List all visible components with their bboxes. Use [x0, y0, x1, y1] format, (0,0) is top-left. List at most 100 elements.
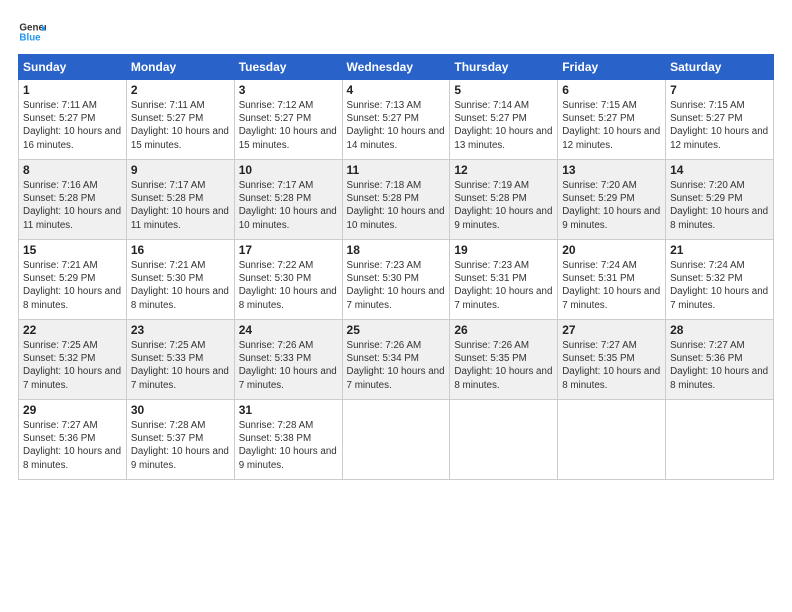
svg-text:Blue: Blue	[19, 32, 41, 43]
weekday-header-row: SundayMondayTuesdayWednesdayThursdayFrid…	[19, 55, 774, 80]
calendar-cell	[558, 400, 666, 480]
day-number: 16	[131, 243, 230, 257]
day-info: Sunrise: 7:27 AMSunset: 5:36 PMDaylight:…	[23, 420, 121, 471]
calendar-cell: 16Sunrise: 7:21 AMSunset: 5:30 PMDayligh…	[126, 240, 234, 320]
day-number: 5	[454, 83, 553, 97]
weekday-header-saturday: Saturday	[666, 55, 774, 80]
day-info: Sunrise: 7:21 AMSunset: 5:29 PMDaylight:…	[23, 260, 121, 311]
calendar-cell: 23 Sunrise: 7:25 AMSunset: 5:33 PMDayligh…	[126, 320, 234, 400]
day-info: Sunrise: 7:16 AMSunset: 5:28 PMDaylight:…	[23, 180, 121, 231]
calendar-cell	[666, 400, 774, 480]
day-number: 8	[23, 163, 122, 177]
calendar-cell	[450, 400, 558, 480]
day-number: 11	[347, 163, 446, 177]
calendar-cell: 10 Sunrise: 7:17 AMSunset: 5:28 PMDayligh…	[234, 160, 342, 240]
calendar-cell: 27Sunrise: 7:27 AMSunset: 5:35 PMDayligh…	[558, 320, 666, 400]
day-number: 15	[23, 243, 122, 257]
day-info: Sunrise: 7:24 AMSunset: 5:31 PMDaylight:…	[562, 260, 660, 311]
calendar-cell: 24Sunrise: 7:26 AMSunset: 5:33 PMDayligh…	[234, 320, 342, 400]
calendar-cell: 5Sunrise: 7:14 AMSunset: 5:27 PMDaylight…	[450, 80, 558, 160]
day-info: Sunrise: 7:12 AMSunset: 5:27 PMDaylight:…	[239, 100, 337, 151]
day-number: 13	[562, 163, 661, 177]
weekday-header-wednesday: Wednesday	[342, 55, 450, 80]
calendar-cell: 25 Sunrise: 7:26 AMSunset: 5:34 PMDayligh…	[342, 320, 450, 400]
day-number: 9	[131, 163, 230, 177]
day-info: Sunrise: 7:13 AMSunset: 5:27 PMDaylight:…	[347, 100, 445, 151]
day-info: Sunrise: 7:17 AMSunset: 5:28 PMDaylight:…	[239, 180, 337, 231]
calendar-cell: 28Sunrise: 7:27 AMSunset: 5:36 PMDayligh…	[666, 320, 774, 400]
day-info: Sunrise: 7:20 AMSunset: 5:29 PMDaylight:…	[562, 180, 660, 231]
calendar-cell: 22 Sunrise: 7:25 AMSunset: 5:32 PMDayligh…	[19, 320, 127, 400]
day-number: 27	[562, 323, 661, 337]
calendar-week-4: 22 Sunrise: 7:25 AMSunset: 5:32 PMDayligh…	[19, 320, 774, 400]
calendar-cell: 26 Sunrise: 7:26 AMSunset: 5:35 PMDayligh…	[450, 320, 558, 400]
day-number: 1	[23, 83, 122, 97]
day-number: 25	[347, 323, 446, 337]
day-number: 14	[670, 163, 769, 177]
day-info: Sunrise: 7:15 AMSunset: 5:27 PMDaylight:…	[562, 100, 660, 151]
day-info: Sunrise: 7:26 AMSunset: 5:34 PMDaylight:…	[347, 340, 445, 391]
day-info: Sunrise: 7:25 AMSunset: 5:32 PMDaylight:…	[23, 340, 121, 391]
day-number: 29	[23, 403, 122, 417]
calendar-cell: 11 Sunrise: 7:18 AMSunset: 5:28 PMDayligh…	[342, 160, 450, 240]
day-number: 4	[347, 83, 446, 97]
calendar-cell: 6 Sunrise: 7:15 AMSunset: 5:27 PMDaylight…	[558, 80, 666, 160]
logo-icon: General Blue	[18, 18, 46, 46]
day-number: 26	[454, 323, 553, 337]
day-number: 19	[454, 243, 553, 257]
day-info: Sunrise: 7:26 AMSunset: 5:35 PMDaylight:…	[454, 340, 552, 391]
day-info: Sunrise: 7:24 AMSunset: 5:32 PMDaylight:…	[670, 260, 768, 311]
logo: General Blue	[18, 18, 46, 46]
weekday-header-monday: Monday	[126, 55, 234, 80]
calendar-week-2: 8 Sunrise: 7:16 AMSunset: 5:28 PMDaylight…	[19, 160, 774, 240]
day-number: 24	[239, 323, 338, 337]
calendar-cell: 14Sunrise: 7:20 AMSunset: 5:29 PMDayligh…	[666, 160, 774, 240]
page: General Blue SundayMondayTuesdayWednesda…	[0, 0, 792, 612]
calendar-cell: 7 Sunrise: 7:15 AMSunset: 5:27 PMDaylight…	[666, 80, 774, 160]
calendar-cell: 17 Sunrise: 7:22 AMSunset: 5:30 PMDayligh…	[234, 240, 342, 320]
calendar-cell: 15 Sunrise: 7:21 AMSunset: 5:29 PMDayligh…	[19, 240, 127, 320]
day-number: 17	[239, 243, 338, 257]
day-info: Sunrise: 7:23 AMSunset: 5:31 PMDaylight:…	[454, 260, 552, 311]
day-number: 20	[562, 243, 661, 257]
calendar-cell: 21Sunrise: 7:24 AMSunset: 5:32 PMDayligh…	[666, 240, 774, 320]
day-info: Sunrise: 7:22 AMSunset: 5:30 PMDaylight:…	[239, 260, 337, 311]
calendar-cell: 9 Sunrise: 7:17 AMSunset: 5:28 PMDaylight…	[126, 160, 234, 240]
calendar-week-1: 1 Sunrise: 7:11 AMSunset: 5:27 PMDaylight…	[19, 80, 774, 160]
calendar-cell: 8 Sunrise: 7:16 AMSunset: 5:28 PMDaylight…	[19, 160, 127, 240]
weekday-header-tuesday: Tuesday	[234, 55, 342, 80]
calendar-cell: 19 Sunrise: 7:23 AMSunset: 5:31 PMDayligh…	[450, 240, 558, 320]
calendar-cell	[342, 400, 450, 480]
day-info: Sunrise: 7:11 AMSunset: 5:27 PMDaylight:…	[131, 100, 229, 151]
day-info: Sunrise: 7:18 AMSunset: 5:28 PMDaylight:…	[347, 180, 445, 231]
day-number: 22	[23, 323, 122, 337]
day-number: 28	[670, 323, 769, 337]
calendar-cell: 31Sunrise: 7:28 AMSunset: 5:38 PMDayligh…	[234, 400, 342, 480]
calendar-cell: 20 Sunrise: 7:24 AMSunset: 5:31 PMDayligh…	[558, 240, 666, 320]
calendar-cell: 30 Sunrise: 7:28 AMSunset: 5:37 PMDayligh…	[126, 400, 234, 480]
day-info: Sunrise: 7:23 AMSunset: 5:30 PMDaylight:…	[347, 260, 445, 311]
day-number: 7	[670, 83, 769, 97]
day-info: Sunrise: 7:28 AMSunset: 5:38 PMDaylight:…	[239, 420, 337, 471]
calendar-week-3: 15 Sunrise: 7:21 AMSunset: 5:29 PMDayligh…	[19, 240, 774, 320]
day-number: 23	[131, 323, 230, 337]
day-number: 30	[131, 403, 230, 417]
day-info: Sunrise: 7:19 AMSunset: 5:28 PMDaylight:…	[454, 180, 552, 231]
day-info: Sunrise: 7:17 AMSunset: 5:28 PMDaylight:…	[131, 180, 229, 231]
day-number: 3	[239, 83, 338, 97]
weekday-header-sunday: Sunday	[19, 55, 127, 80]
day-number: 6	[562, 83, 661, 97]
calendar-cell: 13 Sunrise: 7:20 AMSunset: 5:29 PMDayligh…	[558, 160, 666, 240]
day-number: 2	[131, 83, 230, 97]
day-info: Sunrise: 7:11 AMSunset: 5:27 PMDaylight:…	[23, 100, 121, 151]
day-number: 18	[347, 243, 446, 257]
day-info: Sunrise: 7:15 AMSunset: 5:27 PMDaylight:…	[670, 100, 768, 151]
calendar-table: SundayMondayTuesdayWednesdayThursdayFrid…	[18, 54, 774, 480]
weekday-header-friday: Friday	[558, 55, 666, 80]
day-info: Sunrise: 7:28 AMSunset: 5:37 PMDaylight:…	[131, 420, 229, 471]
day-number: 10	[239, 163, 338, 177]
weekday-header-thursday: Thursday	[450, 55, 558, 80]
header: General Blue	[18, 18, 774, 46]
day-info: Sunrise: 7:25 AMSunset: 5:33 PMDaylight:…	[131, 340, 229, 391]
calendar-week-5: 29 Sunrise: 7:27 AMSunset: 5:36 PMDayligh…	[19, 400, 774, 480]
